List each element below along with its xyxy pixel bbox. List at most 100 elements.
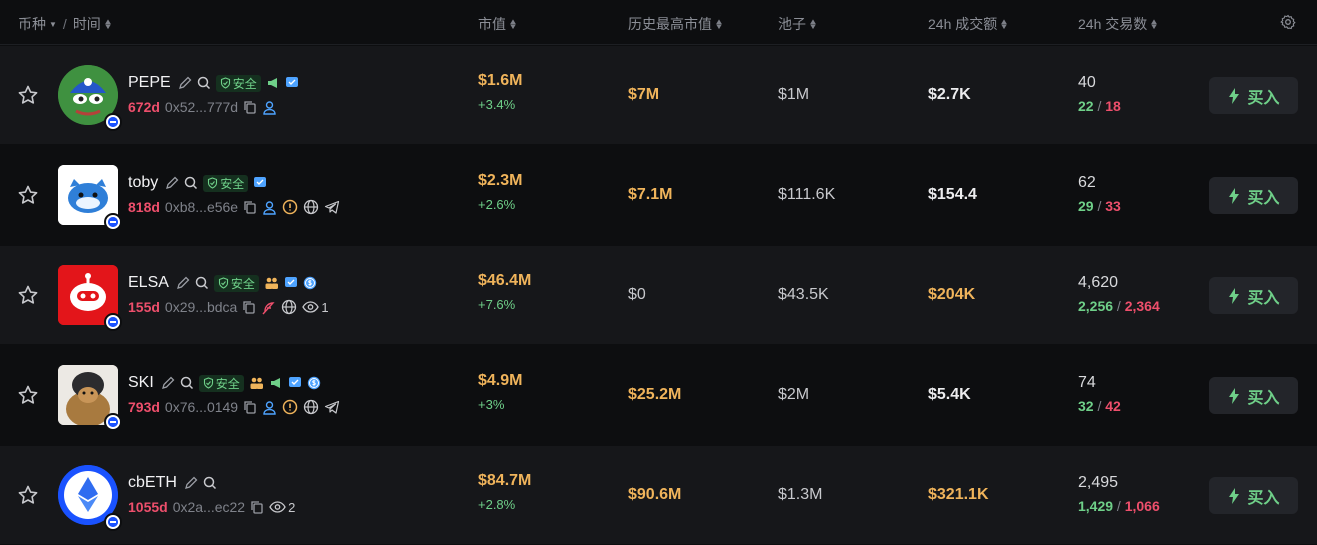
user-icon[interactable] <box>262 200 277 215</box>
safe-label: 安全 <box>220 176 245 191</box>
copy-icon[interactable] <box>243 400 257 414</box>
megaphone-icon[interactable] <box>269 376 283 390</box>
copy-icon[interactable] <box>242 300 256 314</box>
favorite-star-icon[interactable] <box>17 284 39 306</box>
verified-chat-icon[interactable] <box>285 76 299 90</box>
token-name[interactable]: cbETH <box>128 474 177 492</box>
safe-badge: 安全 <box>215 74 261 92</box>
edit-icon[interactable] <box>165 176 179 190</box>
buy-button-label: 买入 <box>1247 489 1280 507</box>
feather-icon[interactable] <box>261 300 276 315</box>
table-row[interactable]: ELSA 安全 155d 0x29...bdca 1 $46.4M +7.6% … <box>0 246 1317 344</box>
globe-icon[interactable] <box>281 299 297 315</box>
settings-gear-icon[interactable] <box>1280 14 1296 30</box>
dropdown-caret-icon[interactable]: ▼ <box>49 20 57 29</box>
favorite-star-icon[interactable] <box>17 384 39 406</box>
buy-button[interactable]: 买入 <box>1209 377 1298 414</box>
search-icon[interactable] <box>195 276 209 290</box>
market-cap-change: +2.6% <box>478 197 516 212</box>
search-icon[interactable] <box>184 176 198 190</box>
verified-chat-icon[interactable] <box>288 376 302 390</box>
user-icon[interactable] <box>262 100 277 115</box>
time-sort-label[interactable]: 时间 <box>73 14 101 34</box>
watchers-count: 1 <box>321 299 329 315</box>
dollar-coin-icon[interactable] <box>307 376 321 390</box>
token-avatar[interactable] <box>58 165 122 231</box>
table-row[interactable]: toby 安全 818d 0xb8...e56e $2.3M +2.6% $7.… <box>0 146 1317 244</box>
sort-icon[interactable]: ▲ ▼ <box>1149 18 1159 31</box>
lightning-icon <box>1229 187 1240 204</box>
buy-button[interactable]: 买入 <box>1209 477 1298 514</box>
globe-icon[interactable] <box>303 199 319 215</box>
user-icon[interactable] <box>262 400 277 415</box>
token-name[interactable]: ELSA <box>128 274 169 292</box>
edit-icon[interactable] <box>161 376 175 390</box>
ath-header[interactable]: 历史最高市值 ▲ ▼ <box>628 14 724 34</box>
buy-button-label: 买入 <box>1247 189 1280 207</box>
pool-header[interactable]: 池子 ▲ ▼ <box>778 14 818 34</box>
megaphone-icon[interactable] <box>266 76 280 90</box>
search-icon[interactable] <box>180 376 194 390</box>
volume-header[interactable]: 24h 成交额 ▲ ▼ <box>928 14 1009 34</box>
buy-button-label: 买入 <box>1247 89 1280 107</box>
telegram-icon[interactable] <box>324 399 340 415</box>
users-group-icon[interactable] <box>249 376 264 390</box>
search-icon[interactable] <box>197 76 211 90</box>
buy-button[interactable]: 买入 <box>1209 177 1298 214</box>
base-chain-icon <box>104 513 122 531</box>
buy-button[interactable]: 买入 <box>1209 277 1298 314</box>
globe-icon[interactable] <box>303 399 319 415</box>
favorite-star-icon[interactable] <box>17 84 39 106</box>
token-avatar[interactable] <box>58 465 122 531</box>
token-avatar[interactable] <box>58 365 122 431</box>
warning-icon[interactable] <box>282 199 298 215</box>
edit-icon[interactable] <box>178 76 192 90</box>
safe-label: 安全 <box>230 276 255 291</box>
volume-value: $204K <box>928 286 976 303</box>
edit-icon[interactable] <box>184 476 198 490</box>
table-row[interactable]: SKI 安全 793d 0x76...0149 $4.9M +3% $25.2M… <box>0 346 1317 444</box>
copy-icon[interactable] <box>243 200 257 214</box>
sort-icon[interactable]: ▲ ▼ <box>999 18 1009 31</box>
contract-address[interactable]: 0x76...0149 <box>165 399 238 415</box>
buy-count: 2,256 <box>1078 298 1114 314</box>
market-cap-change: +7.6% <box>478 297 516 312</box>
token-avatar[interactable] <box>58 265 122 331</box>
dollar-coin-icon[interactable] <box>303 276 317 290</box>
lightning-icon <box>1229 487 1240 504</box>
telegram-icon[interactable] <box>324 199 340 215</box>
sort-icon[interactable]: ▲ ▼ <box>508 18 518 31</box>
sort-icon[interactable]: ▲ ▼ <box>808 18 818 31</box>
token-name[interactable]: SKI <box>128 374 154 392</box>
contract-address[interactable]: 0x29...bdca <box>165 299 237 315</box>
token-avatar[interactable] <box>58 65 122 131</box>
contract-address[interactable]: 0xb8...e56e <box>165 199 238 215</box>
buy-count: 1,429 <box>1078 498 1114 514</box>
token-name[interactable]: toby <box>128 174 158 192</box>
sell-count: 42 <box>1105 398 1121 414</box>
buy-button[interactable]: 买入 <box>1209 77 1298 114</box>
table-row[interactable]: cbETH 1055d 0x2a...ec22 2 $84.7M +2.8% $… <box>0 446 1317 544</box>
contract-address[interactable]: 0x2a...ec22 <box>173 499 245 515</box>
users-group-icon[interactable] <box>264 276 279 290</box>
favorite-star-icon[interactable] <box>17 184 39 206</box>
sort-icon[interactable]: ▲ ▼ <box>103 18 113 31</box>
verified-chat-icon[interactable] <box>253 176 267 190</box>
token-name[interactable]: PEPE <box>128 74 171 92</box>
verified-chat-icon[interactable] <box>284 276 298 290</box>
table-row[interactable]: PEPE 安全 672d 0x52...777d $1.6M +3.4% $7M… <box>0 46 1317 144</box>
sort-icon[interactable]: ▲ ▼ <box>714 18 724 31</box>
coin-sort-label[interactable]: 币种 <box>18 14 46 34</box>
search-icon[interactable] <box>203 476 217 490</box>
copy-icon[interactable] <box>243 100 257 114</box>
contract-address[interactable]: 0x52...777d <box>165 99 238 115</box>
pool-header-label: 池子 <box>778 16 806 32</box>
base-chain-icon <box>104 213 122 231</box>
edit-icon[interactable] <box>176 276 190 290</box>
warning-icon[interactable] <box>282 399 298 415</box>
token-age: 793d <box>128 399 160 415</box>
copy-icon[interactable] <box>250 500 264 514</box>
market-cap-header[interactable]: 市值 ▲ ▼ <box>478 14 518 34</box>
favorite-star-icon[interactable] <box>17 484 39 506</box>
txns-header[interactable]: 24h 交易数 ▲ ▼ <box>1078 14 1159 34</box>
